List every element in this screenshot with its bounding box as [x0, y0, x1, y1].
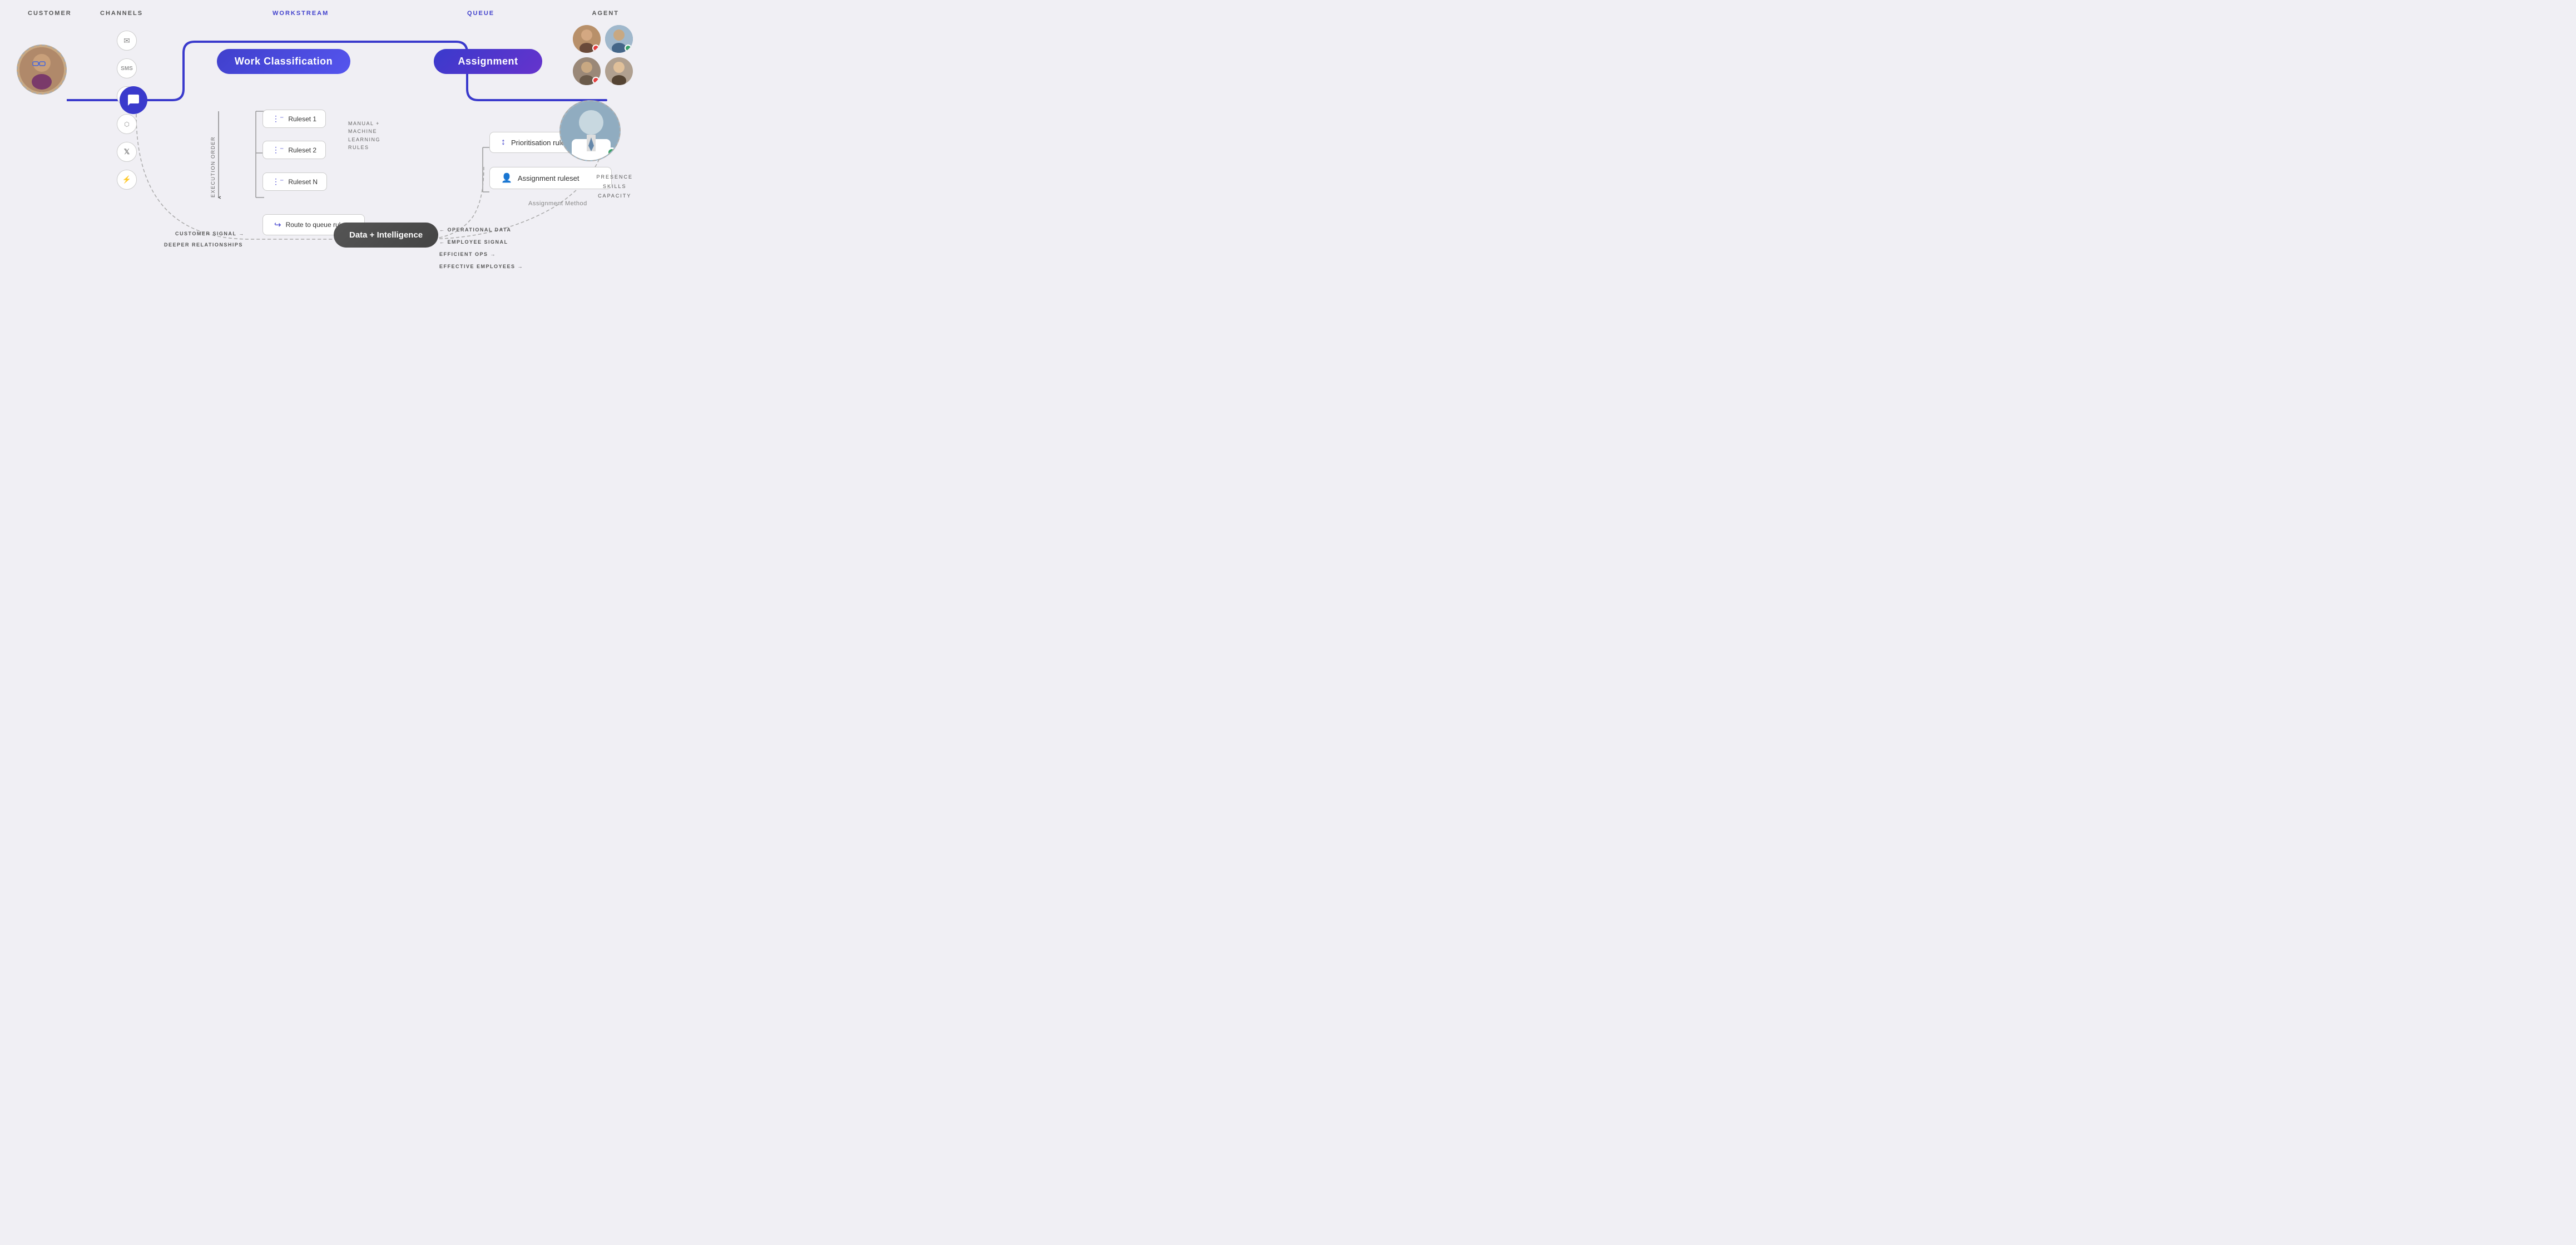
social-channel-icon[interactable]: ⬡: [117, 114, 137, 134]
channels-header-label: CHANNELS: [100, 10, 143, 17]
email-channel-icon[interactable]: ✉: [117, 31, 137, 51]
ruleset-2-icon: ⋮⁻: [272, 145, 284, 155]
ruleset-2-box[interactable]: ⋮⁻ Ruleset 2: [262, 141, 326, 159]
main-agent-status: [607, 147, 617, 157]
prioritisation-icon: ↕: [501, 137, 506, 147]
agent-attributes-label: PRESENCE SKILLS CAPACITY: [596, 172, 633, 201]
execution-order-label: Execution order: [210, 114, 216, 197]
route-icon: ↪: [274, 220, 281, 230]
capacity-label: CAPACITY: [596, 191, 633, 201]
assignment-method-label: Assignment Method: [528, 200, 587, 207]
deeper-relationships-label: DEEPER RELATIONSHIPS: [164, 242, 243, 248]
assignment-icon: 👤: [501, 172, 512, 184]
agent-avatar-3: [573, 57, 601, 85]
effective-employees-label: EFFECTIVE EMPLOYEES →: [439, 264, 523, 269]
workstream-header-label: WORKSTREAM: [273, 10, 329, 17]
ruleset-1-box[interactable]: ⋮⁻ Ruleset 1: [262, 110, 326, 128]
ruleset-n-icon: ⋮⁻: [272, 177, 284, 186]
agent-1-status: [592, 45, 600, 52]
customer-header-label: CUSTOMER: [28, 10, 72, 17]
customer-signal-label: CUSTOMER SIGNAL →: [175, 231, 245, 236]
ml-rules-label: MANUAL + MACHINE LEARNING RULES: [348, 120, 380, 152]
main-agent-avatar: [559, 100, 621, 161]
messenger-channel-icon[interactable]: ⚡: [117, 170, 137, 190]
sms-channel-icon[interactable]: SMS: [117, 58, 137, 78]
employee-signal-label: ← EMPLOYEE SIGNAL: [439, 239, 508, 245]
queue-header-label: QUEUE: [467, 10, 494, 17]
agent-3-status: [592, 77, 600, 84]
ruleset-n-label: Ruleset N: [288, 178, 318, 186]
agent-avatar-2: [605, 25, 633, 53]
customer-avatar: [17, 45, 67, 95]
twitter-channel-icon[interactable]: 𝕏: [117, 142, 137, 162]
agent-avatar-1: [573, 25, 601, 53]
agent-header-label: AGENT: [592, 10, 620, 17]
data-intelligence-pill[interactable]: Data + Intelligence: [334, 223, 438, 248]
operational-data-label: ← OPERATIONAL DATA: [439, 227, 511, 233]
chat-bubble-icon: [120, 86, 147, 114]
assignment-ruleset-label: Assignment ruleset: [518, 174, 579, 182]
skills-label: SKILLS: [596, 182, 633, 191]
diagram-container: CUSTOMER CHANNELS WORKSTREAM QUEUE AGENT…: [0, 0, 644, 312]
ruleset-1-label: Ruleset 1: [288, 115, 316, 123]
assignment-pill[interactable]: Assignment: [434, 49, 542, 74]
agent-2-status: [625, 45, 632, 52]
ruleset-2-label: Ruleset 2: [288, 146, 316, 154]
ruleset-1-icon: ⋮⁻: [272, 114, 284, 123]
presence-label: PRESENCE: [596, 172, 633, 182]
ruleset-n-box[interactable]: ⋮⁻ Ruleset N: [262, 172, 327, 191]
efficient-ops-label: EFFICIENT OPS →: [439, 251, 496, 257]
assignment-ruleset-box[interactable]: 👤 Assignment ruleset: [489, 167, 612, 189]
agent-avatar-4: [605, 57, 633, 85]
agent-avatars-grid: [573, 25, 633, 85]
work-classification-pill[interactable]: Work Classification: [217, 49, 350, 74]
